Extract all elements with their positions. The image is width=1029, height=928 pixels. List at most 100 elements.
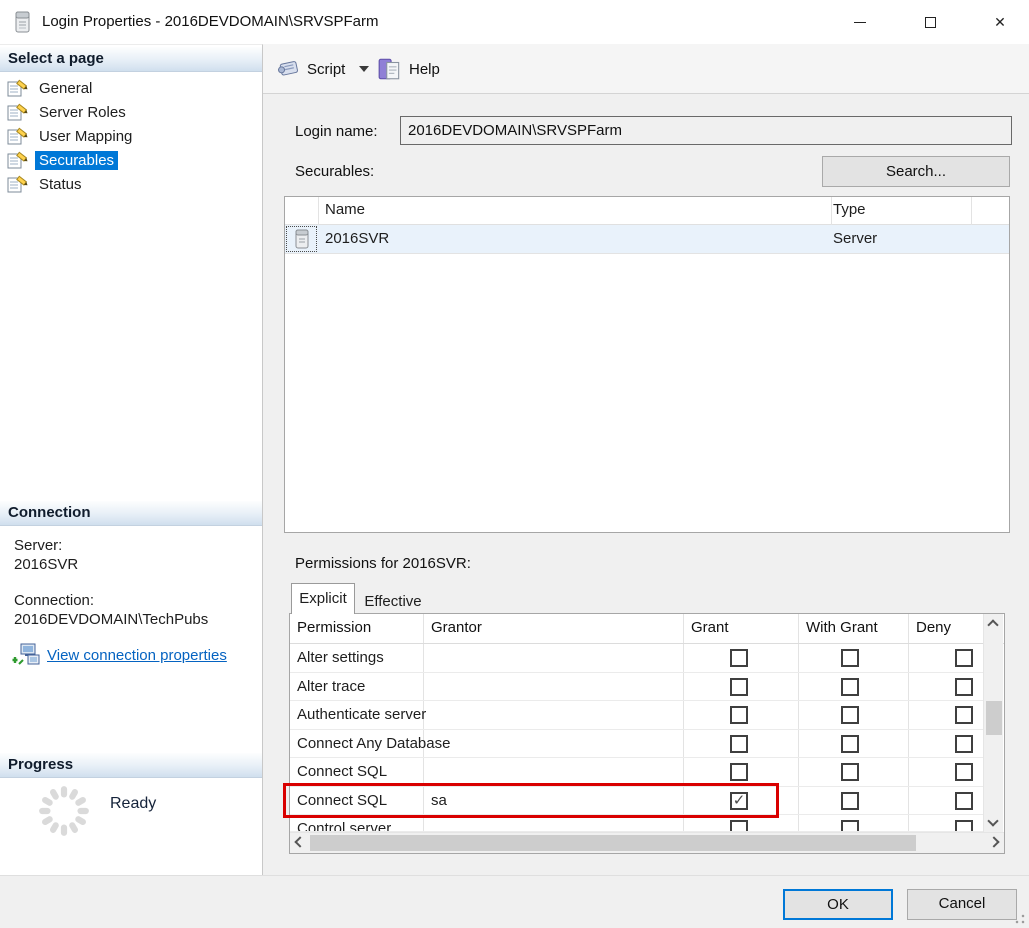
permission-row: Alter trace — [290, 673, 984, 701]
title-bar: Login Properties - 2016DEVDOMAIN\SRVSPFa… — [0, 0, 1029, 44]
script-button[interactable]: Script — [275, 51, 369, 87]
securable-row-2016svr[interactable]: 2016SVR Server — [285, 225, 1009, 254]
spinner-ring-icon — [36, 783, 92, 839]
sidebar-item-label: User Mapping — [35, 127, 136, 146]
permissions-table[interactable]: Permission Grantor Grant With Grant Deny… — [289, 613, 1005, 854]
sidebar-item-securables[interactable]: Securables — [0, 148, 262, 172]
view-connection-properties-link[interactable]: View connection properties — [12, 643, 227, 667]
securable-type-cell: Server — [833, 230, 877, 247]
sidebar-item-user-mapping[interactable]: User Mapping — [0, 124, 262, 148]
server-icon — [295, 229, 309, 249]
script-icon — [275, 56, 301, 82]
maximize-icon — [925, 17, 936, 28]
progress-header: Progress — [0, 753, 262, 778]
column-header-with-grant[interactable]: With Grant — [806, 619, 878, 636]
vertical-scroll-thumb[interactable] — [986, 701, 1002, 735]
column-header-name[interactable]: Name — [325, 201, 365, 218]
close-icon: ✕ — [994, 15, 1006, 29]
grant-checkbox[interactable] — [730, 820, 748, 832]
scroll-left-icon[interactable] — [294, 836, 305, 847]
permission-row: Connect SQL — [290, 758, 984, 787]
horizontal-scrollbar[interactable] — [290, 832, 1004, 853]
help-book-icon — [377, 56, 403, 82]
sidebar-item-status[interactable]: Status — [0, 172, 262, 196]
minimize-icon — [854, 22, 866, 23]
permissions-table-header: Permission Grantor Grant With Grant Deny — [290, 614, 1004, 644]
permission-row: Alter settings — [290, 644, 984, 673]
securables-table[interactable]: Name Type 2016SVR Server — [284, 196, 1010, 533]
help-button[interactable]: Help — [377, 51, 440, 87]
grant-checkbox[interactable] — [730, 763, 748, 781]
permissions-for-label: Permissions for 2016SVR: — [295, 555, 471, 572]
scroll-down-icon[interactable] — [987, 815, 998, 826]
resize-grip[interactable] — [1015, 914, 1025, 924]
permission-cell: Connect SQL — [297, 763, 387, 780]
permission-cell: Alter settings — [297, 649, 384, 666]
permission-cell: Connect SQL — [297, 792, 387, 809]
grant-checkbox[interactable] — [730, 678, 748, 696]
toolbar: Script Help — [263, 44, 1029, 94]
sidebar-item-server-roles[interactable]: Server Roles — [0, 100, 262, 124]
column-header-grant[interactable]: Grant — [691, 619, 729, 636]
securables-label: Securables: — [295, 163, 374, 180]
deny-checkbox[interactable] — [955, 706, 973, 724]
search-button[interactable]: Search... — [822, 156, 1010, 187]
deny-checkbox[interactable] — [955, 763, 973, 781]
column-header-deny[interactable]: Deny — [916, 619, 951, 636]
ok-button[interactable]: OK — [783, 889, 893, 920]
with-grant-checkbox[interactable] — [841, 649, 859, 667]
securable-name-cell: 2016SVR — [325, 230, 389, 247]
maximize-button[interactable] — [907, 0, 953, 44]
grant-checkbox[interactable] — [730, 706, 748, 724]
permission-row-partial: Control server — [290, 815, 984, 832]
with-grant-checkbox[interactable] — [841, 735, 859, 753]
login-name-field[interactable]: 2016DEVDOMAIN\SRVSPFarm — [400, 116, 1012, 145]
deny-checkbox[interactable] — [955, 820, 973, 832]
content-panel: Script Help Login name: 2016DEVDOMAIN\SR… — [263, 44, 1029, 875]
connection-header: Connection — [0, 501, 262, 526]
tab-effective[interactable]: Effective — [357, 590, 429, 614]
scroll-right-icon[interactable] — [988, 836, 999, 847]
script-dropdown-icon[interactable] — [359, 66, 369, 72]
scroll-up-icon[interactable] — [987, 619, 998, 630]
with-grant-checkbox[interactable] — [841, 820, 859, 832]
sidebar-item-label: Server Roles — [35, 103, 130, 122]
server-label: Server: — [14, 537, 62, 554]
deny-checkbox[interactable] — [955, 678, 973, 696]
with-grant-checkbox[interactable] — [841, 678, 859, 696]
sidebar-item-label: Securables — [35, 151, 118, 170]
deny-checkbox[interactable] — [955, 792, 973, 810]
column-header-grantor[interactable]: Grantor — [431, 619, 482, 636]
permission-cell: Control server — [297, 820, 391, 832]
column-header-type[interactable]: Type — [833, 201, 866, 218]
grant-checkbox[interactable] — [730, 735, 748, 753]
sidebar-item-general[interactable]: General — [0, 76, 262, 100]
permission-cell: Authenticate server — [297, 706, 426, 723]
connection-computers-icon — [12, 643, 40, 667]
deny-checkbox[interactable] — [955, 735, 973, 753]
securables-table-header: Name Type — [285, 197, 1009, 225]
grant-checkbox[interactable] — [730, 649, 748, 667]
tab-explicit[interactable]: Explicit — [291, 583, 355, 614]
with-grant-checkbox[interactable] — [841, 792, 859, 810]
deny-checkbox[interactable] — [955, 649, 973, 667]
grant-checkbox[interactable]: ✓ — [730, 792, 748, 810]
permission-row: Authenticate server — [290, 701, 984, 730]
connection-label: Connection: — [14, 592, 94, 609]
column-header-permission[interactable]: Permission — [297, 619, 371, 636]
cancel-button[interactable]: Cancel — [907, 889, 1017, 920]
sidebar-item-label: General — [35, 79, 96, 98]
page-edit-icon — [7, 174, 29, 194]
page-edit-icon — [7, 150, 29, 170]
with-grant-checkbox[interactable] — [841, 706, 859, 724]
permission-cell: Alter trace — [297, 678, 365, 695]
vertical-scrollbar[interactable] — [983, 614, 1003, 832]
horizontal-scroll-thumb[interactable] — [310, 835, 916, 851]
page-edit-icon — [7, 102, 29, 122]
footer-bar: OK Cancel — [0, 875, 1029, 928]
close-button[interactable]: ✕ — [977, 0, 1023, 44]
left-panel: Select a page General Server Roles User … — [0, 44, 263, 875]
login-properties-dialog: Login Properties - 2016DEVDOMAIN\SRVSPFa… — [0, 0, 1029, 928]
with-grant-checkbox[interactable] — [841, 763, 859, 781]
minimize-button[interactable] — [837, 0, 883, 44]
